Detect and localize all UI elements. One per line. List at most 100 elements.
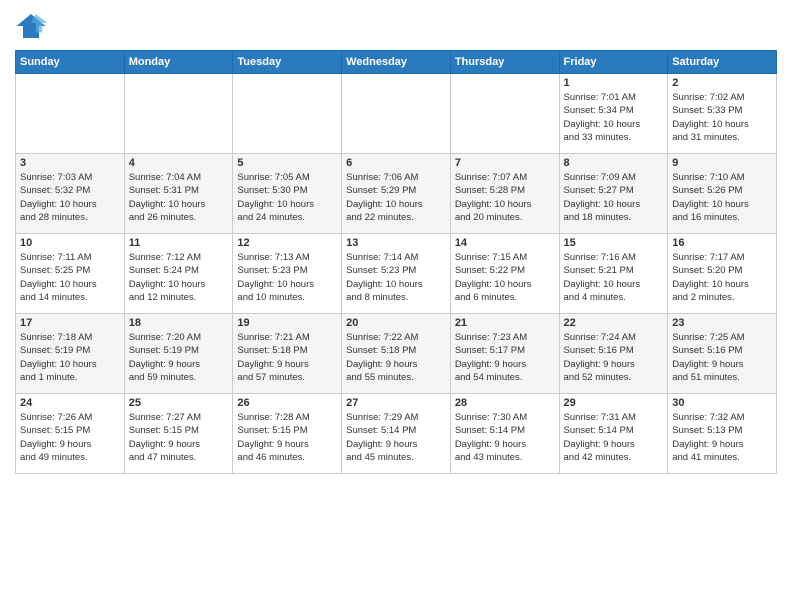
header-day-thursday: Thursday xyxy=(450,51,559,74)
header-day-tuesday: Tuesday xyxy=(233,51,342,74)
header xyxy=(15,10,777,42)
calendar-cell: 6Sunrise: 7:06 AM Sunset: 5:29 PM Daylig… xyxy=(342,154,451,234)
header-day-wednesday: Wednesday xyxy=(342,51,451,74)
day-info: Sunrise: 7:21 AM Sunset: 5:18 PM Dayligh… xyxy=(237,331,337,384)
day-info: Sunrise: 7:31 AM Sunset: 5:14 PM Dayligh… xyxy=(564,411,664,464)
calendar-cell: 27 Sunrise: 7:29 AM Sunset: 5:14 PM Dayli… xyxy=(342,394,451,474)
day-number: 13 xyxy=(346,237,446,249)
day-info: Sunrise: 7:28 AM Sunset: 5:15 PM Dayligh… xyxy=(237,411,337,464)
day-info: Sunrise: 7:05 AM Sunset: 5:30 PM Dayligh… xyxy=(237,171,337,224)
day-number: 5 xyxy=(237,157,337,169)
calendar-cell: 17Sunrise: 7:18 AM Sunset: 5:19 PM Dayli… xyxy=(16,314,125,394)
calendar-cell: 15 Sunrise: 7:16 AM Sunset: 5:21 PM Dayli… xyxy=(559,234,668,314)
day-info: Sunrise: 7:04 AM Sunset: 5:31 PM Dayligh… xyxy=(129,171,229,224)
calendar-cell: 29 Sunrise: 7:31 AM Sunset: 5:14 PM Dayli… xyxy=(559,394,668,474)
calendar-cell: 21Sunrise: 7:23 AM Sunset: 5:17 PM Dayli… xyxy=(450,314,559,394)
calendar-cell: 20 Sunrise: 7:22 AM Sunset: 5:18 PM Dayli… xyxy=(342,314,451,394)
day-number: 11 xyxy=(129,237,229,249)
day-info: Sunrise: 7:09 AM Sunset: 5:27 PM Dayligh… xyxy=(564,171,664,224)
day-number: 12 xyxy=(237,237,337,249)
calendar-cell: 18 Sunrise: 7:20 AM Sunset: 5:19 PM Dayli… xyxy=(124,314,233,394)
day-info: Sunrise: 7:07 AM Sunset: 5:28 PM Dayligh… xyxy=(455,171,555,224)
day-number: 6 xyxy=(346,157,446,169)
calendar-cell xyxy=(124,74,233,154)
calendar-cell xyxy=(450,74,559,154)
day-info: Sunrise: 7:13 AM Sunset: 5:23 PM Dayligh… xyxy=(237,251,337,304)
calendar-cell: 11 Sunrise: 7:12 AM Sunset: 5:24 PM Dayli… xyxy=(124,234,233,314)
header-day-saturday: Saturday xyxy=(668,51,777,74)
day-number: 19 xyxy=(237,317,337,329)
week-row-5: 24 Sunrise: 7:26 AM Sunset: 5:15 PM Dayli… xyxy=(16,394,777,474)
calendar-cell: 13 Sunrise: 7:14 AM Sunset: 5:23 PM Dayli… xyxy=(342,234,451,314)
week-row-1: 1 Sunrise: 7:01 AM Sunset: 5:34 PM Daylig… xyxy=(16,74,777,154)
day-number: 26 xyxy=(237,397,337,409)
day-number: 4 xyxy=(129,157,229,169)
day-info: Sunrise: 7:22 AM Sunset: 5:18 PM Dayligh… xyxy=(346,331,446,384)
calendar-cell: 16 Sunrise: 7:17 AM Sunset: 5:20 PM Dayli… xyxy=(668,234,777,314)
day-info: Sunrise: 7:01 AM Sunset: 5:34 PM Dayligh… xyxy=(564,91,664,144)
calendar-cell: 5 Sunrise: 7:05 AM Sunset: 5:30 PM Daylig… xyxy=(233,154,342,234)
day-number: 21 xyxy=(455,317,555,329)
calendar-cell: 1 Sunrise: 7:01 AM Sunset: 5:34 PM Daylig… xyxy=(559,74,668,154)
header-day-sunday: Sunday xyxy=(16,51,125,74)
day-number: 9 xyxy=(672,157,772,169)
calendar-cell: 19 Sunrise: 7:21 AM Sunset: 5:18 PM Dayli… xyxy=(233,314,342,394)
header-day-monday: Monday xyxy=(124,51,233,74)
day-info: Sunrise: 7:20 AM Sunset: 5:19 PM Dayligh… xyxy=(129,331,229,384)
day-info: Sunrise: 7:12 AM Sunset: 5:24 PM Dayligh… xyxy=(129,251,229,304)
day-number: 28 xyxy=(455,397,555,409)
calendar-cell: 30 Sunrise: 7:32 AM Sunset: 5:13 PM Dayli… xyxy=(668,394,777,474)
week-row-2: 3 Sunrise: 7:03 AM Sunset: 5:32 PM Daylig… xyxy=(16,154,777,234)
logo-icon xyxy=(15,10,47,42)
calendar-cell: 25 Sunrise: 7:27 AM Sunset: 5:15 PM Dayli… xyxy=(124,394,233,474)
calendar-cell: 28 Sunrise: 7:30 AM Sunset: 5:14 PM Dayli… xyxy=(450,394,559,474)
week-row-3: 10Sunrise: 7:11 AM Sunset: 5:25 PM Dayli… xyxy=(16,234,777,314)
day-number: 17 xyxy=(20,317,120,329)
day-info: Sunrise: 7:15 AM Sunset: 5:22 PM Dayligh… xyxy=(455,251,555,304)
day-number: 1 xyxy=(564,77,664,89)
day-number: 2 xyxy=(672,77,772,89)
calendar-cell: 14 Sunrise: 7:15 AM Sunset: 5:22 PM Dayli… xyxy=(450,234,559,314)
day-number: 3 xyxy=(20,157,120,169)
day-number: 24 xyxy=(20,397,120,409)
header-day-friday: Friday xyxy=(559,51,668,74)
day-number: 25 xyxy=(129,397,229,409)
day-number: 8 xyxy=(564,157,664,169)
calendar-cell: 23Sunrise: 7:25 AM Sunset: 5:16 PM Dayli… xyxy=(668,314,777,394)
calendar-table: SundayMondayTuesdayWednesdayThursdayFrid… xyxy=(15,50,777,474)
day-info: Sunrise: 7:26 AM Sunset: 5:15 PM Dayligh… xyxy=(20,411,120,464)
day-number: 15 xyxy=(564,237,664,249)
week-row-4: 17Sunrise: 7:18 AM Sunset: 5:19 PM Dayli… xyxy=(16,314,777,394)
day-info: Sunrise: 7:16 AM Sunset: 5:21 PM Dayligh… xyxy=(564,251,664,304)
calendar-cell: 3 Sunrise: 7:03 AM Sunset: 5:32 PM Daylig… xyxy=(16,154,125,234)
day-info: Sunrise: 7:14 AM Sunset: 5:23 PM Dayligh… xyxy=(346,251,446,304)
calendar-cell xyxy=(233,74,342,154)
day-info: Sunrise: 7:29 AM Sunset: 5:14 PM Dayligh… xyxy=(346,411,446,464)
header-row: SundayMondayTuesdayWednesdayThursdayFrid… xyxy=(16,51,777,74)
calendar-cell: 12 Sunrise: 7:13 AM Sunset: 5:23 PM Dayli… xyxy=(233,234,342,314)
calendar-cell: 22 Sunrise: 7:24 AM Sunset: 5:16 PM Dayli… xyxy=(559,314,668,394)
calendar-header: SundayMondayTuesdayWednesdayThursdayFrid… xyxy=(16,51,777,74)
day-number: 30 xyxy=(672,397,772,409)
calendar-cell: 4 Sunrise: 7:04 AM Sunset: 5:31 PM Daylig… xyxy=(124,154,233,234)
day-number: 29 xyxy=(564,397,664,409)
day-info: Sunrise: 7:27 AM Sunset: 5:15 PM Dayligh… xyxy=(129,411,229,464)
day-number: 18 xyxy=(129,317,229,329)
calendar-cell: 10Sunrise: 7:11 AM Sunset: 5:25 PM Dayli… xyxy=(16,234,125,314)
day-number: 20 xyxy=(346,317,446,329)
calendar-cell xyxy=(342,74,451,154)
logo xyxy=(15,10,51,42)
day-info: Sunrise: 7:30 AM Sunset: 5:14 PM Dayligh… xyxy=(455,411,555,464)
day-number: 22 xyxy=(564,317,664,329)
day-number: 10 xyxy=(20,237,120,249)
day-info: Sunrise: 7:03 AM Sunset: 5:32 PM Dayligh… xyxy=(20,171,120,224)
day-number: 14 xyxy=(455,237,555,249)
calendar-cell: 26 Sunrise: 7:28 AM Sunset: 5:15 PM Dayli… xyxy=(233,394,342,474)
day-number: 27 xyxy=(346,397,446,409)
day-info: Sunrise: 7:32 AM Sunset: 5:13 PM Dayligh… xyxy=(672,411,772,464)
calendar-cell: 8 Sunrise: 7:09 AM Sunset: 5:27 PM Daylig… xyxy=(559,154,668,234)
calendar-cell: 24 Sunrise: 7:26 AM Sunset: 5:15 PM Dayli… xyxy=(16,394,125,474)
day-info: Sunrise: 7:17 AM Sunset: 5:20 PM Dayligh… xyxy=(672,251,772,304)
day-info: Sunrise: 7:24 AM Sunset: 5:16 PM Dayligh… xyxy=(564,331,664,384)
day-number: 16 xyxy=(672,237,772,249)
